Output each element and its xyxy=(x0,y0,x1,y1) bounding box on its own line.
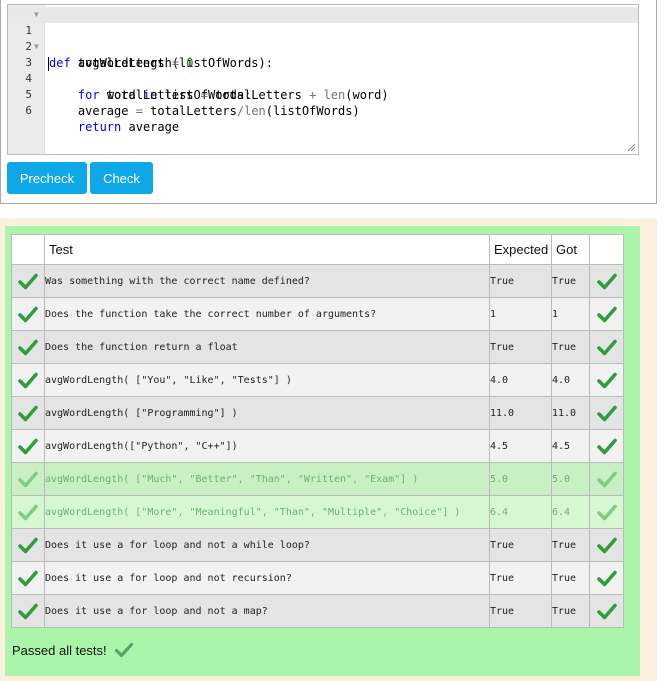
table-row: avgWordLength( ["Much", "Better", "Than"… xyxy=(11,462,624,496)
header-got: Got xyxy=(551,234,590,265)
test-cell: Does the function take the correct numbe… xyxy=(44,297,490,331)
code-line-2[interactable]: 2 totalLetters = 0 xyxy=(8,23,638,70)
check-icon xyxy=(589,429,624,463)
code-line-5[interactable]: 5 average = totalLetters/len(listOfWords… xyxy=(8,71,638,118)
check-icon xyxy=(11,330,45,364)
expected-cell: 6.4 xyxy=(489,495,552,529)
check-icon xyxy=(11,264,45,298)
table-row: Does the function return a float True True xyxy=(11,330,624,364)
code-line-3[interactable]: 3 ▼ for word in listOfWords: xyxy=(8,39,638,102)
check-icon xyxy=(589,297,624,331)
check-icon xyxy=(589,396,624,430)
expected-cell: True xyxy=(489,330,552,364)
check-icon xyxy=(11,363,45,397)
got-cell: 4.0 xyxy=(551,363,590,397)
check-icon xyxy=(11,429,45,463)
got-cell: 1 xyxy=(551,297,590,331)
test-cell: avgWordLength( ["Programming"] ) xyxy=(44,396,490,430)
test-results-panel: Test Expected Got Was something with the… xyxy=(5,226,640,676)
results-table: Test Expected Got Was something with the… xyxy=(11,234,624,628)
check-icon xyxy=(11,396,45,430)
answer-editor-frame: 1 ▼ def avgWordLength(listOfWords): 2 to… xyxy=(0,0,657,204)
check-icon xyxy=(114,642,133,658)
table-row: avgWordLength( ["More", "Meaningful", "T… xyxy=(11,495,624,529)
check-icon xyxy=(11,297,45,331)
test-cell: avgWordLength( ["More", "Meaningful", "T… xyxy=(44,495,490,529)
code-line-1[interactable]: 1 ▼ def avgWordLength(listOfWords): xyxy=(8,7,638,71)
summary-text: Passed all tests! xyxy=(12,642,107,658)
expected-cell: 4.0 xyxy=(489,363,552,397)
table-row: avgWordLength(["Python", "C++"]) 4.5 4.5 xyxy=(11,429,624,463)
table-row: avgWordLength( ["You", "Like", "Tests"] … xyxy=(11,363,624,397)
check-icon xyxy=(589,495,624,529)
table-row: Does it use a for loop and not a while l… xyxy=(11,528,624,562)
fold-arrow-icon[interactable]: ▼ xyxy=(34,39,39,55)
got-cell: True xyxy=(551,528,590,562)
test-cell: Does it use a for loop and not a map? xyxy=(44,594,490,628)
table-row: Does it use a for loop and not a map? Tru… xyxy=(11,594,624,628)
code-line-4[interactable]: 4 totalLetters = totalLetters + len(word… xyxy=(8,55,638,102)
table-row: Was something with the correct name defi… xyxy=(11,264,624,298)
test-cell: avgWordLength( ["Much", "Better", "Than"… xyxy=(44,462,490,496)
test-cell: Does it use a for loop and not a while l… xyxy=(44,528,490,562)
got-cell: True xyxy=(551,264,590,298)
expected-cell: 4.5 xyxy=(489,429,552,463)
line-number: 6 xyxy=(25,104,32,117)
code-line-6[interactable]: 6 return average xyxy=(8,87,638,134)
check-icon xyxy=(589,462,624,496)
got-cell: 6.4 xyxy=(551,495,590,529)
got-cell: 4.5 xyxy=(551,429,590,463)
check-icon xyxy=(589,264,624,298)
summary-message: Passed all tests! xyxy=(12,642,133,658)
expected-cell: True xyxy=(489,264,552,298)
test-cell: Was something with the correct name defi… xyxy=(44,264,490,298)
check-icon xyxy=(11,495,45,529)
check-button[interactable]: Check xyxy=(90,162,153,194)
got-cell: 11.0 xyxy=(551,396,590,430)
expected-cell: True xyxy=(489,561,552,595)
check-icon xyxy=(11,594,45,628)
check-icon xyxy=(589,561,624,595)
test-cell: avgWordLength( ["You", "Like", "Tests"] … xyxy=(44,363,490,397)
table-row: Does the function take the correct numbe… xyxy=(11,297,624,331)
test-cell: Does it use a for loop and not recursion… xyxy=(44,561,490,595)
header-blank-right xyxy=(589,234,624,265)
header-test: Test xyxy=(44,234,490,265)
got-cell: True xyxy=(551,330,590,364)
got-cell: True xyxy=(551,561,590,595)
header-blank-left xyxy=(11,234,45,265)
check-icon xyxy=(589,330,624,364)
check-icon xyxy=(589,594,624,628)
table-row: avgWordLength( ["Programming"] ) 11.0 11.0 xyxy=(11,396,624,430)
code-editor[interactable]: 1 ▼ def avgWordLength(listOfWords): 2 to… xyxy=(7,4,639,155)
test-cell: avgWordLength(["Python", "C++"]) xyxy=(44,429,490,463)
check-icon xyxy=(11,528,45,562)
expected-cell: 5.0 xyxy=(489,462,552,496)
test-cell: Does the function return a float xyxy=(44,330,490,364)
precheck-button[interactable]: Precheck xyxy=(7,162,87,194)
expected-cell: True xyxy=(489,594,552,628)
got-cell: True xyxy=(551,594,590,628)
check-icon xyxy=(11,462,45,496)
header-expected: Expected xyxy=(489,234,552,265)
check-icon xyxy=(589,528,624,562)
fold-arrow-icon[interactable]: ▼ xyxy=(34,7,39,23)
expected-cell: 1 xyxy=(489,297,552,331)
expected-cell: 11.0 xyxy=(489,396,552,430)
table-header-row: Test Expected Got xyxy=(11,234,624,265)
expected-cell: True xyxy=(489,528,552,562)
table-row: Does it use a for loop and not recursion… xyxy=(11,561,624,595)
check-icon xyxy=(589,363,624,397)
check-icon xyxy=(11,561,45,595)
resize-handle-icon[interactable] xyxy=(627,143,635,151)
got-cell: 5.0 xyxy=(551,462,590,496)
